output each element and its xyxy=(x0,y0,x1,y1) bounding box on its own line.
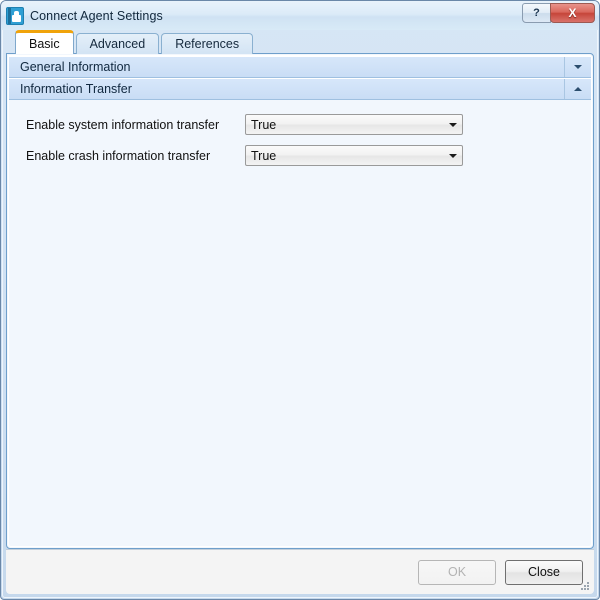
group-general-information-toggle[interactable] xyxy=(564,57,591,77)
settings-dialog-window: Connect Agent Settings ? X Basic Advance… xyxy=(0,0,600,600)
group-header-information-transfer-label: Information Transfer xyxy=(20,82,132,96)
select-enable-system-information-transfer[interactable]: True xyxy=(245,114,463,135)
chevron-down-icon xyxy=(448,122,457,127)
select-enable-system-information-transfer-button[interactable] xyxy=(444,116,461,133)
icon-spine xyxy=(8,7,11,24)
ok-button[interactable]: OK xyxy=(418,559,496,585)
icon-glyph xyxy=(12,10,21,22)
close-button[interactable]: Close xyxy=(505,559,583,585)
group-header-general-information[interactable]: General Information xyxy=(9,56,591,78)
label-enable-system-information-transfer: Enable system information transfer xyxy=(26,117,220,132)
resize-grip-icon[interactable] xyxy=(579,580,591,592)
icon-glyph-body xyxy=(12,14,21,22)
label-enable-crash-information-transfer: Enable crash information transfer xyxy=(26,148,211,163)
dialog-client-area: Basic Advanced References General Inform… xyxy=(6,30,594,594)
window-title: Connect Agent Settings xyxy=(30,8,163,23)
title-bar[interactable]: Connect Agent Settings ? X xyxy=(1,1,599,30)
chevron-up-icon xyxy=(574,87,582,91)
dialog-footer: OK Close xyxy=(6,549,594,594)
row-enable-system-information-transfer: Enable system information transfer True xyxy=(9,109,591,140)
select-enable-crash-information-transfer-value: True xyxy=(251,148,277,163)
connect-agent-icon xyxy=(6,6,24,25)
information-transfer-fields: Enable system information transfer True … xyxy=(9,100,591,171)
tab-content-panel: General Information Information Transfer… xyxy=(6,53,594,549)
tab-strip: Basic Advanced References xyxy=(6,30,594,54)
tab-advanced[interactable]: Advanced xyxy=(75,33,160,54)
group-header-general-information-label: General Information xyxy=(20,60,131,74)
panel-content: General Information Information Transfer… xyxy=(9,56,591,546)
row-enable-crash-information-transfer: Enable crash information transfer True xyxy=(9,140,591,171)
help-button[interactable]: ? xyxy=(522,3,551,23)
title-bar-buttons: ? X xyxy=(522,3,595,23)
close-window-button[interactable]: X xyxy=(550,3,595,23)
icon-glyph-head xyxy=(14,10,19,15)
tab-references[interactable]: References xyxy=(161,33,254,54)
chevron-down-icon xyxy=(574,65,582,69)
group-information-transfer-toggle[interactable] xyxy=(564,79,591,99)
chevron-down-icon xyxy=(448,153,457,158)
tab-basic[interactable]: Basic xyxy=(15,30,74,54)
select-enable-system-information-transfer-value: True xyxy=(251,117,277,132)
select-enable-crash-information-transfer[interactable]: True xyxy=(245,145,463,166)
group-header-information-transfer[interactable]: Information Transfer xyxy=(9,78,591,100)
select-enable-crash-information-transfer-button[interactable] xyxy=(444,147,461,164)
